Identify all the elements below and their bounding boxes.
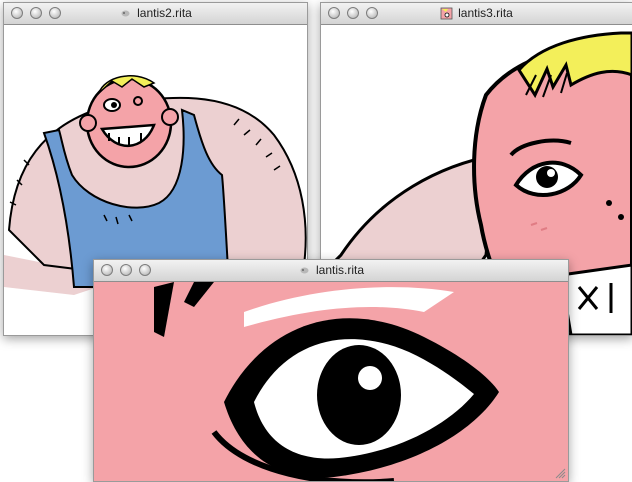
document-icon xyxy=(121,10,130,17)
window-title: lantis3.rita xyxy=(458,6,513,20)
window-title: lantis.rita xyxy=(315,263,365,277)
cartoon-drawing xyxy=(94,282,568,481)
window-lantis[interactable]: lantis.rita xyxy=(93,259,569,482)
titlebar[interactable]: lantis.rita xyxy=(94,260,568,282)
canvas[interactable] xyxy=(94,282,568,481)
titlebar[interactable]: lantis2.rita xyxy=(4,3,307,25)
titlebar[interactable]: lantis3.rita xyxy=(321,3,632,25)
document-icon xyxy=(300,267,309,274)
resize-grip-icon[interactable] xyxy=(555,468,566,479)
drawing-proxy-icon xyxy=(440,7,453,20)
window-title: lantis2.rita xyxy=(137,6,192,20)
